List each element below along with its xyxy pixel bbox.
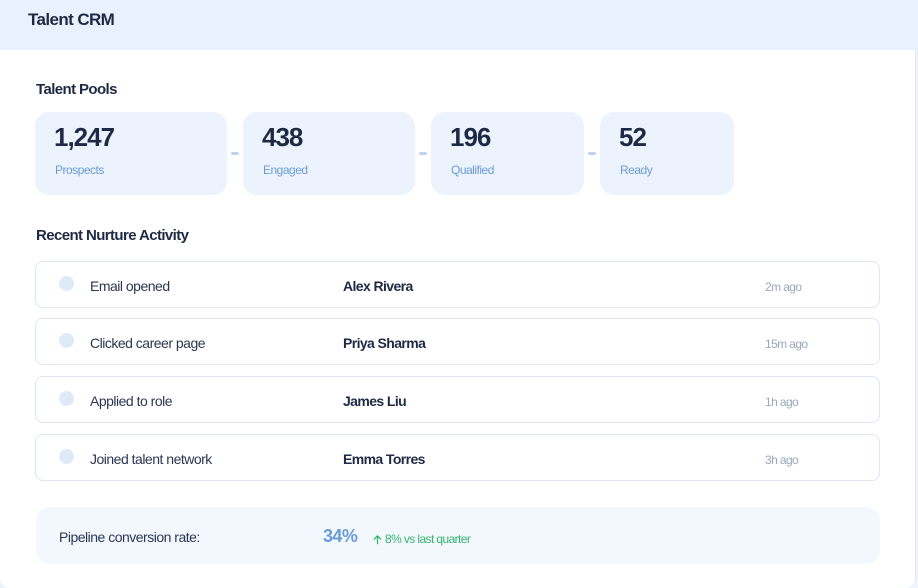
pool-label: Ready	[620, 163, 653, 177]
activity-time: 15m ago	[765, 337, 808, 351]
conversion-delta-text: 8% vs last quarter	[385, 532, 471, 546]
activity-row[interactable]: Joined talent network Emma Torres 3h ago	[35, 434, 880, 481]
candidate-name: Emma Torres	[343, 451, 425, 467]
pool-card-engaged[interactable]: 438 Engaged	[243, 112, 415, 195]
activity-row[interactable]: Applied to role James Liu 1h ago	[35, 376, 880, 423]
status-dot-icon	[59, 391, 74, 406]
status-dot-icon	[59, 449, 74, 464]
pool-value: 52	[619, 122, 647, 152]
activity-action: Joined talent network	[90, 451, 212, 467]
activity-time: 1h ago	[765, 395, 799, 409]
candidate-name: James Liu	[343, 393, 407, 409]
activity-time: 3h ago	[765, 453, 799, 467]
activity-row[interactable]: Email opened Alex Rivera 2m ago	[35, 261, 880, 308]
candidate-name: Priya Sharma	[343, 335, 426, 351]
activity-time: 2m ago	[765, 280, 802, 294]
activity-action: Email opened	[90, 278, 170, 294]
pool-label: Engaged	[263, 163, 308, 177]
pool-card-prospects[interactable]: 1,247 Prospects	[35, 112, 227, 195]
app-title: Talent CRM	[28, 10, 115, 29]
activity-action: Applied to role	[90, 393, 173, 409]
pool-value: 438	[262, 122, 303, 152]
pipeline-connector	[231, 152, 239, 155]
conversion-label: Pipeline conversion rate:	[59, 529, 200, 545]
conversion-delta: 8% vs last quarter	[372, 532, 471, 546]
status-dot-icon	[59, 333, 74, 348]
pool-label: Prospects	[55, 163, 104, 177]
activity-title: Recent Nurture Activity	[36, 227, 189, 244]
app-header: Talent CRM	[0, 0, 918, 50]
conversion-value: 34%	[323, 526, 358, 546]
pool-card-ready[interactable]: 52 Ready	[600, 112, 734, 195]
arrow-up-icon	[373, 534, 382, 544]
pool-label: Qualified	[451, 163, 494, 177]
pool-value: 1,247	[54, 122, 115, 152]
activity-action: Clicked career page	[90, 335, 206, 351]
main-panel: Talent Pools 1,247 Prospects 438 Engaged…	[0, 50, 916, 588]
talent-crm-app: Talent CRM Talent Pools 1,247 Prospects …	[0, 0, 918, 588]
pipeline-connector	[588, 152, 596, 155]
conversion-summary: Pipeline conversion rate: 34% 8% vs last…	[36, 507, 880, 564]
talent-pools-title: Talent Pools	[36, 81, 117, 98]
pool-card-qualified[interactable]: 196 Qualified	[431, 112, 584, 195]
pool-value: 196	[450, 122, 491, 152]
candidate-name: Alex Rivera	[343, 278, 413, 294]
pipeline-connector	[419, 152, 427, 155]
activity-row[interactable]: Clicked career page Priya Sharma 15m ago	[35, 318, 880, 365]
status-dot-icon	[59, 276, 74, 291]
